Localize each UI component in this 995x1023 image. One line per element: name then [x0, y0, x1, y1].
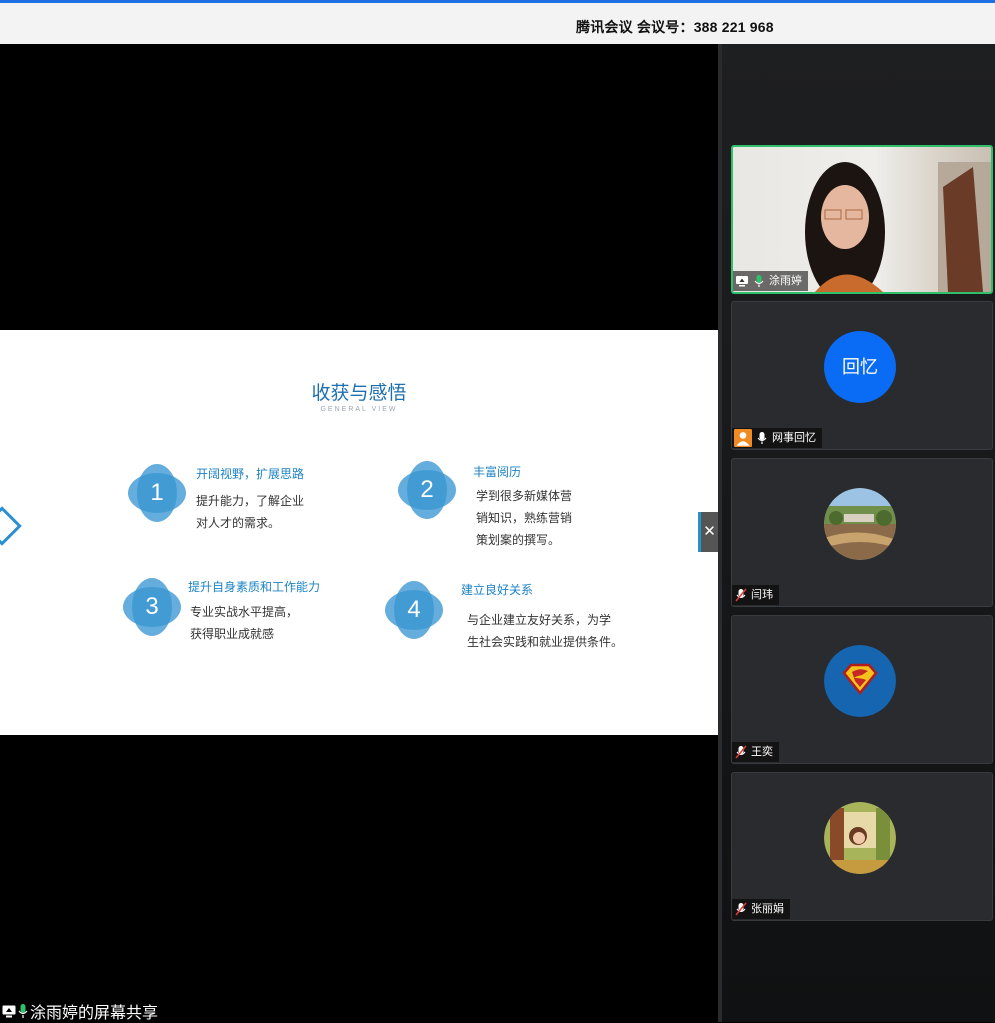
point-desc-line: 销知识，熟练营销 [476, 511, 573, 525]
point-desc-line: 对人才的需求。 [196, 516, 281, 530]
point-title: 开阔视野，扩展思路 [196, 467, 305, 481]
participant-panel: 涂雨婷 回忆 网事回忆 闫玮 王奕 张丽娟 [718, 44, 995, 1022]
participant-tile-zhanglijuan[interactable]: 张丽娟 [731, 772, 993, 921]
avatar: 回忆 [824, 331, 896, 403]
participant-nametag: 张丽娟 [732, 899, 790, 919]
number-badge-icon: 1 [128, 464, 186, 522]
prev-slide-arrow-icon[interactable] [0, 506, 22, 546]
participant-name: 张丽娟 [751, 903, 784, 915]
mic-muted-icon [735, 745, 747, 759]
point-desc-line: 策划案的撰写。 [476, 533, 561, 547]
screen-share-area[interactable]: ✕ 收获与感悟 GENERAL VIEW 1 开阔视野，扩展思路 提升能力，了解… [0, 44, 718, 1022]
point-desc-line: 学到很多新媒体营 [476, 489, 573, 503]
superman-logo-avatar-icon [824, 645, 896, 717]
point-title: 建立良好关系 [461, 583, 534, 597]
participant-tile-wangyi[interactable]: 王奕 [731, 615, 993, 764]
slide-subtitle: GENERAL VIEW [320, 406, 398, 413]
participant-name: 涂雨婷 [769, 275, 802, 287]
point-desc-line: 生社会实践和就业提供条件。 [467, 635, 624, 649]
participant-name: 闫玮 [751, 589, 773, 601]
title-bar: 腾讯会议 会议号：388 221 968 [0, 0, 995, 44]
point-desc-line: 获得职业成就感 [190, 627, 275, 641]
point-desc-line: 专业实战水平提高， [190, 605, 299, 619]
participant-tile-yanwei[interactable]: 闫玮 [731, 458, 993, 607]
screen-share-label: 涂雨婷的屏幕共享 [2, 999, 158, 1023]
participant-tile-wangshihuiyi[interactable]: 回忆 网事回忆 [731, 301, 993, 450]
participant-nametag: 闫玮 [732, 585, 779, 605]
slide-title: 收获与感悟 [311, 383, 407, 404]
participant-nametag: 涂雨婷 [733, 271, 808, 291]
participant-nametag: 网事回忆 [732, 428, 822, 448]
meeting-title: 腾讯会议 会议号：388 221 968 [576, 19, 774, 35]
participant-nametag: 王奕 [732, 742, 779, 762]
mic-on-icon [754, 275, 764, 287]
screen-share-icon [2, 1005, 16, 1017]
mic-on-icon [757, 432, 767, 444]
point-title: 丰富阅历 [473, 465, 522, 479]
screen-share-owner: 涂雨婷的屏幕共享 [30, 1005, 159, 1022]
mic-muted-icon [735, 902, 747, 916]
number-badge-icon: 3 [123, 578, 181, 636]
point-desc-line: 提升能力，了解企业 [196, 494, 305, 508]
point-title: 提升自身素质和工作能力 [188, 580, 321, 594]
host-user-icon [734, 429, 752, 447]
screen-share-icon [736, 276, 748, 287]
mic-on-icon [18, 1003, 28, 1018]
shared-slide: ✕ 收获与感悟 GENERAL VIEW 1 开阔视野，扩展思路 提升能力，了解… [0, 330, 718, 735]
landscape-avatar-icon [824, 488, 896, 560]
next-slide-button[interactable]: ✕ [698, 512, 718, 552]
participant-name: 网事回忆 [772, 432, 816, 444]
participant-name: 王奕 [751, 746, 773, 758]
number-badge-icon: 4 [385, 581, 443, 639]
mic-muted-icon [735, 588, 747, 602]
participant-tile-tuyuting[interactable]: 涂雨婷 [731, 145, 993, 294]
point-desc-line: 与企业建立友好关系，为学 [467, 613, 612, 627]
number-badge-icon: 2 [398, 461, 456, 519]
cartoon-girl-avatar-icon [824, 802, 896, 874]
